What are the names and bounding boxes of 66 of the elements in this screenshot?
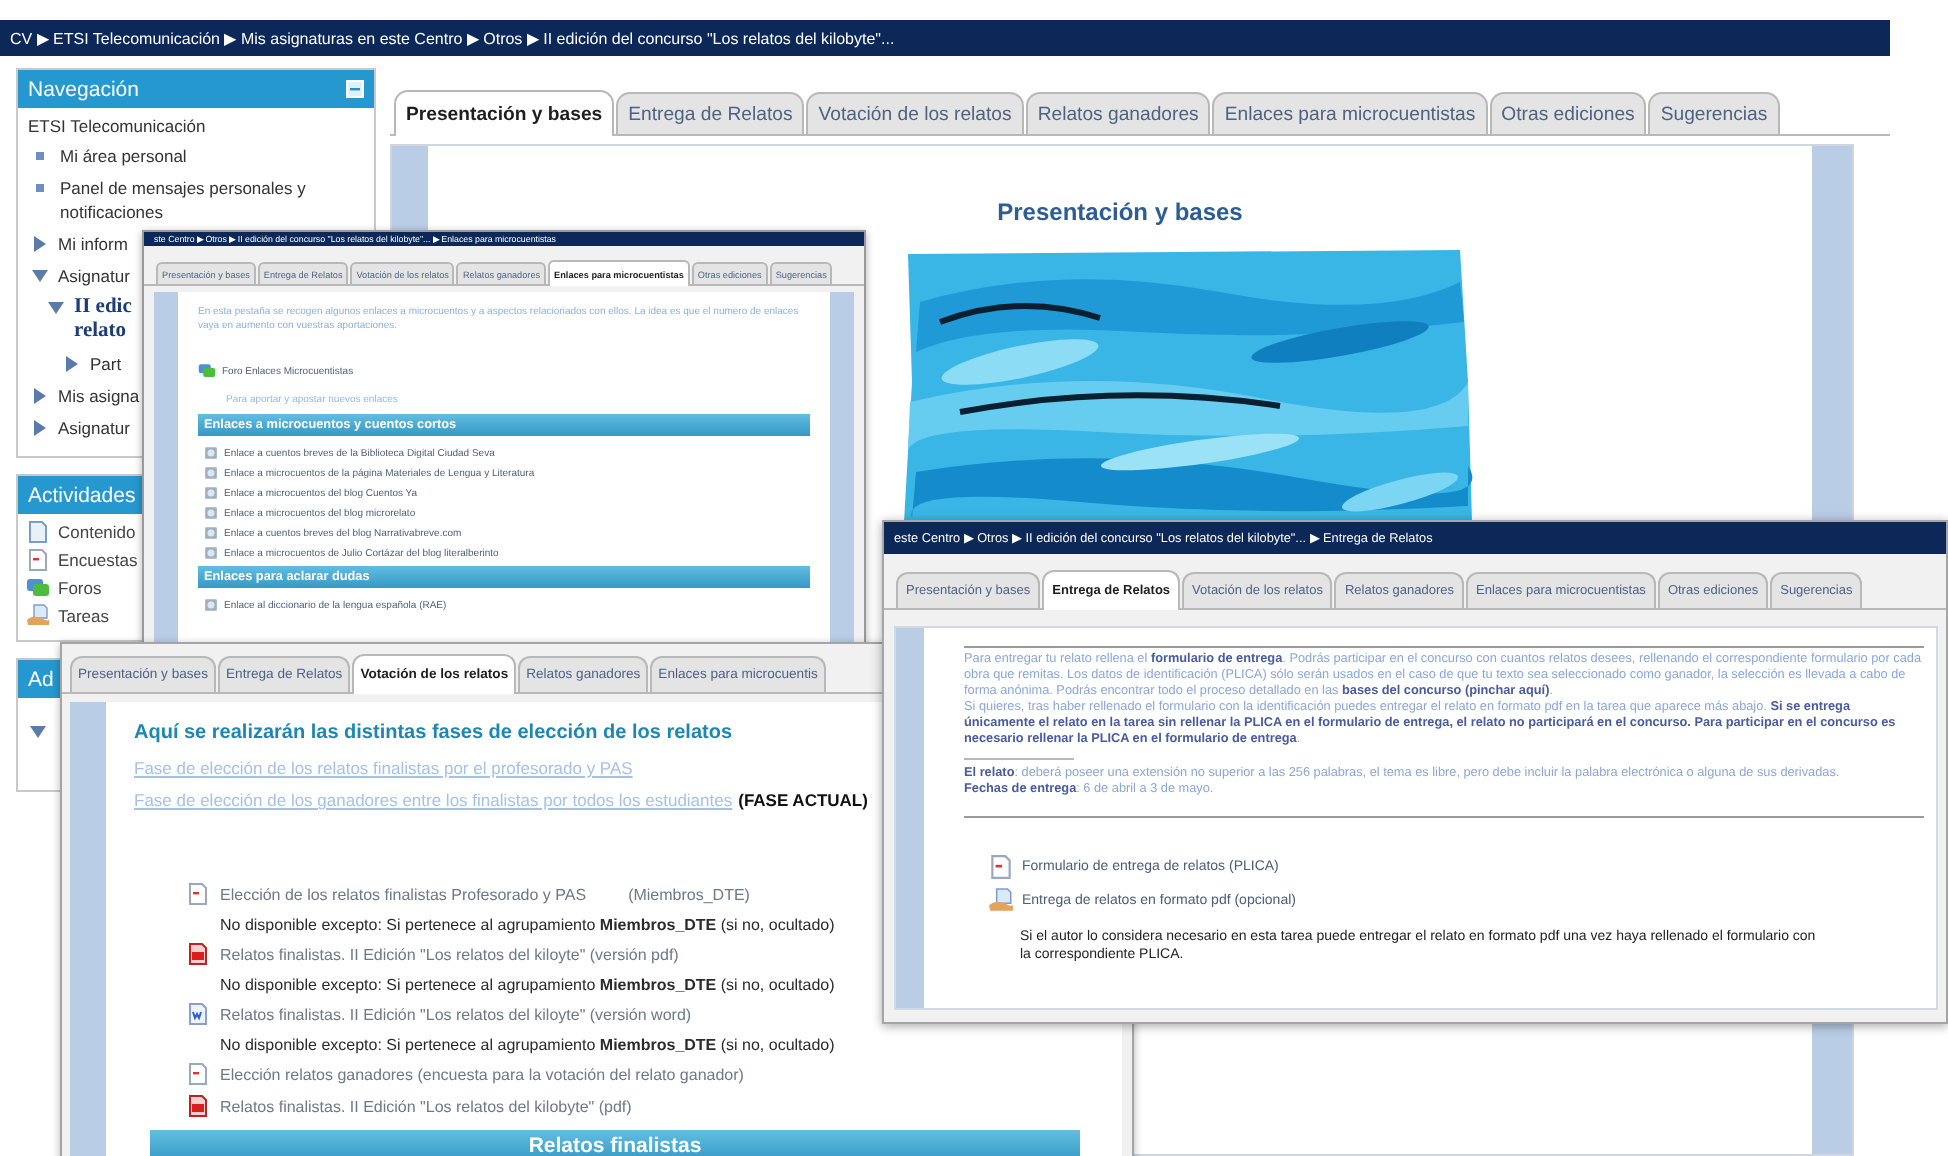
panel-title: Navegación <box>28 77 139 101</box>
resource-link[interactable]: Relatos finalistas. II Edición "Los relatos del kiloyte" (versión word) <box>220 1005 692 1023</box>
nav-link[interactable]: Mi área personal <box>60 144 187 168</box>
collapsed-arrow-icon[interactable] <box>32 420 48 436</box>
section-heading: Aquí se realizarán las distintas fases de elección de los relatos <box>134 722 733 744</box>
tab[interactable]: Enlaces para microcuentistas <box>1212 92 1488 134</box>
nav-link[interactable]: Mi inform <box>58 232 128 256</box>
globe-icon <box>204 506 218 520</box>
breadcrumb[interactable]: CV ▶ ETSI Telecomunicación ▶ Mis asignaturas en este Centro ▶ Otros ▶ II edición del concurso "Los relatos del kilobyte"... <box>10 29 895 47</box>
nav-link[interactable]: Part <box>90 352 122 376</box>
document-icon <box>186 1062 210 1086</box>
tab[interactable]: Sugerencias <box>1648 92 1780 134</box>
resource-link[interactable]: Relatos finalistas. II Edición "Los relatos del kilobyte" (pdf) <box>220 1097 632 1115</box>
nav-link[interactable]: II edic relato <box>74 296 142 344</box>
bullet-icon <box>36 152 44 160</box>
pdf-icon <box>186 1094 210 1118</box>
chat-icon <box>198 362 216 380</box>
page-heading: Presentación y bases <box>997 198 1243 226</box>
nav-link[interactable]: Asignatur <box>58 264 130 288</box>
collapse-icon[interactable] <box>346 80 364 98</box>
nav-link[interactable]: Asignatur <box>58 416 130 440</box>
globe-icon <box>204 466 218 480</box>
collapsed-arrow-icon[interactable] <box>32 236 48 252</box>
activity-link[interactable]: Foros <box>58 578 102 598</box>
collapsed-arrow-icon[interactable] <box>32 388 48 404</box>
expanded-arrow-icon[interactable] <box>48 300 64 316</box>
panel-title: Ad <box>28 667 54 691</box>
tab[interactable]: Otras ediciones <box>1489 92 1647 134</box>
nav-link[interactable]: Panel de mensajes personales y notificaciones <box>60 176 360 224</box>
section-title: Relatos finalistas <box>528 1134 702 1156</box>
group-label: (Miembros_DTE) <box>628 885 750 903</box>
globe-icon <box>204 598 218 612</box>
word-document-icon <box>186 1002 210 1026</box>
activity-link[interactable]: Tareas <box>58 606 110 626</box>
activity-link[interactable]: Contenido <box>58 522 136 542</box>
restriction-note: No disponible excepto: Si pertenece al agrupamiento Miembros_DTE (si no, ocultado) <box>218 1036 835 1054</box>
resource-link[interactable]: Relatos finalistas. II Edición "Los relatos del kiloyte" (versión pdf) <box>220 945 679 963</box>
task-icon <box>26 604 50 628</box>
panel-title: Actividades <box>28 483 136 507</box>
bullet-icon <box>36 184 44 192</box>
resource-link[interactable]: Elección de los relatos finalistas Profesorado y PAS <box>220 885 587 903</box>
tab[interactable]: Presentación y bases <box>394 90 615 136</box>
document-icon <box>26 548 50 572</box>
pdf-icon <box>186 942 210 966</box>
activity-link[interactable]: Encuestas <box>58 550 138 570</box>
tab[interactable]: Relatos ganadores <box>1025 92 1211 134</box>
globe-icon <box>204 446 218 460</box>
tab[interactable]: Entrega de Relatos <box>616 92 805 134</box>
nav-link[interactable]: Mis asigna <box>58 384 140 408</box>
expanded-arrow-icon[interactable] <box>30 724 46 740</box>
globe-icon <box>204 546 218 560</box>
restriction-note: No disponible excepto: Si pertenece al agrupamiento Miembros_DTE (si no, ocultado) <box>218 976 835 994</box>
resource-link[interactable]: Elección relatos ganadores (encuesta para la votación del relato ganador) <box>220 1065 744 1083</box>
document-icon <box>988 854 1014 881</box>
globe-icon <box>204 486 218 500</box>
document-icon <box>186 882 210 906</box>
chat-icon <box>26 576 50 600</box>
globe-icon <box>204 526 218 540</box>
task-icon <box>988 888 1014 915</box>
expanded-arrow-icon[interactable] <box>32 268 48 284</box>
collapsed-arrow-icon[interactable] <box>64 356 80 372</box>
phase-status: (FASE ACTUAL) <box>738 790 868 810</box>
restriction-note: No disponible excepto: Si pertenece al agrupamiento Miembros_DTE (si no, ocultado) <box>218 916 835 934</box>
page-icon <box>26 520 50 544</box>
tab[interactable]: Votación de los relatos <box>806 92 1024 134</box>
nav-link[interactable]: ETSI Telecomunicación <box>28 116 206 136</box>
